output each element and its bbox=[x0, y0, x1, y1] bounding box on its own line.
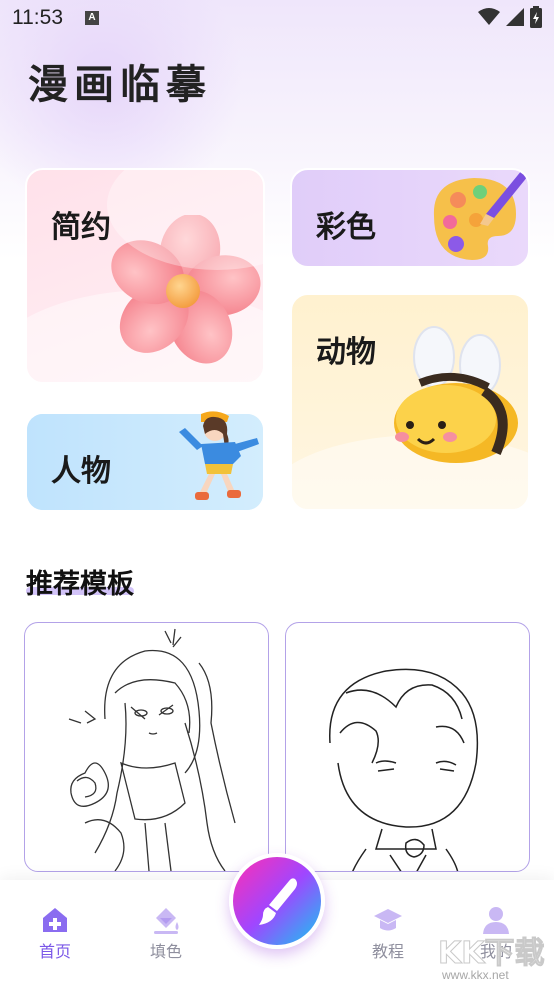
palette-icon bbox=[433, 170, 528, 260]
category-card-simple[interactable]: 简约 bbox=[25, 168, 265, 384]
nav-label-fill: 填色 bbox=[149, 942, 182, 961]
template-card-chibi-boy[interactable] bbox=[285, 622, 530, 872]
category-label-simple: 简约 bbox=[51, 210, 111, 245]
wifi-icon bbox=[478, 8, 500, 25]
graduation-cap-icon bbox=[374, 909, 402, 931]
watermark-url: www.kkx.net bbox=[442, 968, 509, 982]
nav-label-tutorial: 教程 bbox=[371, 942, 404, 961]
anime-girl-sketch-image bbox=[68, 628, 236, 871]
template-card-anime-girl[interactable] bbox=[24, 622, 269, 872]
app-title: 漫画临摹 bbox=[28, 61, 212, 108]
nav-label-home: 首页 bbox=[38, 942, 71, 961]
brush-icon bbox=[259, 878, 297, 925]
category-label-color: 彩色 bbox=[316, 210, 376, 245]
notification-icon: A bbox=[85, 11, 99, 25]
status-bar: 11:53 A bbox=[0, 0, 554, 38]
status-icons bbox=[478, 6, 542, 28]
nav-item-home[interactable]: 首页 bbox=[15, 904, 95, 962]
chibi-boy-sketch-image bbox=[329, 668, 479, 871]
category-label-person: 人物 bbox=[51, 454, 111, 489]
anime-girl-icon bbox=[179, 411, 259, 500]
watermark: KK下载 www.kkx.net bbox=[432, 928, 554, 984]
bee-icon bbox=[394, 326, 518, 463]
watermark-brand: KK下载 bbox=[438, 936, 545, 972]
home-icon bbox=[43, 908, 67, 932]
section-title: 推荐模板 bbox=[26, 569, 134, 600]
category-card-color[interactable]: 彩色 bbox=[290, 168, 530, 268]
nav-item-fill[interactable]: 填色 bbox=[126, 904, 206, 962]
paint-bucket-icon bbox=[154, 908, 179, 934]
category-label-animal: 动物 bbox=[316, 335, 376, 370]
nav-item-tutorial[interactable]: 教程 bbox=[348, 904, 428, 962]
battery-icon bbox=[530, 6, 542, 28]
flower-icon bbox=[111, 215, 261, 364]
create-brush-button[interactable] bbox=[229, 853, 325, 949]
status-time: 11:53 bbox=[12, 6, 63, 29]
category-card-animal[interactable]: 动物 bbox=[290, 293, 530, 511]
category-card-person[interactable]: 人物 bbox=[25, 411, 265, 512]
signal-icon bbox=[506, 8, 524, 26]
